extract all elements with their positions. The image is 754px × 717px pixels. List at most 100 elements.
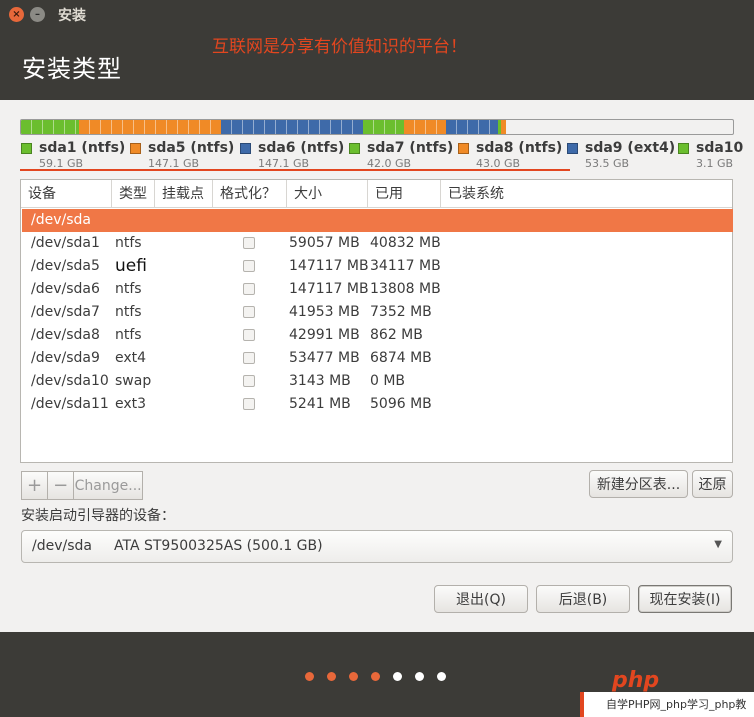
column-header-used[interactable]: 已用 <box>368 180 441 208</box>
cell-size: 147117 MB <box>289 281 369 297</box>
table-row[interactable]: /dev/sda8 ntfs 42991 MB 862 MB <box>21 324 732 347</box>
legend-label: sda9 (ext4) <box>585 140 676 156</box>
remove-partition-button[interactable]: − <box>48 471 75 500</box>
partition-edit-toolbar: + − Change... <box>21 471 143 500</box>
partition-bar-segment-sda8 <box>404 120 447 134</box>
legend-label: sda5 (ntfs) <box>148 140 235 156</box>
format-checkbox[interactable] <box>243 306 255 318</box>
table-row-disk[interactable]: /dev/sda <box>22 209 733 232</box>
watermark-logo: php <box>612 668 660 693</box>
legend-size: 53.5 GB <box>585 157 630 170</box>
cell-device: /dev/sda8 <box>31 327 100 343</box>
cell-type: ntfs <box>115 304 142 320</box>
progress-dot <box>437 672 446 681</box>
format-checkbox[interactable] <box>243 260 255 272</box>
column-header-mount[interactable]: 挂载点 <box>155 180 213 208</box>
annotation-underline <box>20 169 570 171</box>
cell-used: 6874 MB <box>370 350 432 366</box>
cell-device: /dev/sda10 <box>31 373 109 389</box>
format-checkbox[interactable] <box>243 352 255 364</box>
cell-type: ext4 <box>115 350 147 366</box>
legend-size: 3.1 GB <box>696 157 734 170</box>
new-partition-table-button[interactable]: 新建分区表... <box>589 470 688 498</box>
table-row[interactable]: /dev/sda6 ntfs 147117 MB 13808 MB <box>21 278 732 301</box>
cell-type: swap <box>115 373 152 389</box>
column-header-type[interactable]: 类型 <box>112 180 155 208</box>
revert-button[interactable]: 还原 <box>692 470 733 498</box>
progress-dot <box>415 672 424 681</box>
column-header-system[interactable]: 已装系统 <box>441 180 732 208</box>
format-checkbox[interactable] <box>243 237 255 249</box>
partition-bar-segment-sda11 <box>500 120 506 134</box>
cell-used: 7352 MB <box>370 304 432 320</box>
column-header-format[interactable]: 格式化？ <box>213 180 287 208</box>
legend-swatch <box>678 143 689 154</box>
column-header-size[interactable]: 大小 <box>287 180 368 208</box>
add-partition-button[interactable]: + <box>21 471 49 500</box>
legend-swatch <box>240 143 251 154</box>
partition-legend: sda1 (ntfs) 59.1 GB sda5 (ntfs) 147.1 GB sda… <box>21 140 754 172</box>
progress-dot <box>393 672 402 681</box>
window-titlebar <box>0 0 754 28</box>
progress-dot <box>349 672 358 681</box>
table-row[interactable]: /dev/sda11 ext3 5241 MB 5096 MB <box>21 393 732 416</box>
cell-device: /dev/sda5 <box>31 258 100 274</box>
format-checkbox[interactable] <box>243 329 255 341</box>
progress-dot <box>305 672 314 681</box>
table-header: 设备 类型 挂载点 格式化？ 大小 已用 已装系统 <box>21 180 732 208</box>
legend-label: sda10 <box>696 140 744 156</box>
dropdown-arrow-icon: ▼ <box>714 539 722 550</box>
cell-device: /dev/sda1 <box>31 235 100 251</box>
format-checkbox[interactable] <box>243 398 255 410</box>
cell-size: 147117 MB <box>289 258 369 274</box>
cell-type: ntfs <box>115 281 142 297</box>
cell-used: 13808 MB <box>370 281 441 297</box>
progress-dot <box>371 672 380 681</box>
cell-type: ntfs <box>115 327 142 343</box>
cell-type: uefi <box>115 256 147 276</box>
cell-size: 3143 MB <box>289 373 351 389</box>
partition-bar-segment-sda9 <box>446 120 498 134</box>
table-row[interactable]: /dev/sda1 ntfs 59057 MB 40832 MB <box>21 232 732 255</box>
table-row[interactable]: /dev/sda10 swap 3143 MB 0 MB <box>21 370 732 393</box>
back-button[interactable]: 后退(B) <box>536 585 630 613</box>
column-header-device[interactable]: 设备 <box>21 180 112 208</box>
legend-swatch <box>130 143 141 154</box>
close-window-button[interactable]: × <box>9 7 24 22</box>
legend-swatch <box>458 143 469 154</box>
bootloader-device-select[interactable]: /dev/sda ATA ST9500325AS (500.1 GB) ▼ <box>21 530 733 563</box>
bootloader-device-model: ATA ST9500325AS (500.1 GB) <box>114 538 323 554</box>
cell-size: 5241 MB <box>289 396 351 412</box>
legend-label: sda8 (ntfs) <box>476 140 563 156</box>
legend-label: sda1 (ntfs) <box>39 140 126 156</box>
table-row[interactable]: /dev/sda7 ntfs 41953 MB 7352 MB <box>21 301 732 324</box>
format-checkbox[interactable] <box>243 283 255 295</box>
cell-device: /dev/sda9 <box>31 350 100 366</box>
cell-size: 53477 MB <box>289 350 360 366</box>
format-checkbox[interactable] <box>243 375 255 387</box>
install-now-button[interactable]: 现在安装(I) <box>638 585 732 613</box>
cell-used: 40832 MB <box>370 235 441 251</box>
change-partition-button[interactable]: Change... <box>74 471 143 500</box>
window-title: 安装 <box>58 8 86 24</box>
partition-bar-segment-sda1 <box>21 120 79 134</box>
cell-type: ext3 <box>115 396 147 412</box>
minimize-window-button[interactable]: – <box>30 7 45 22</box>
watermark-bottom: 自学PHP网_php学习_php教 <box>580 692 754 717</box>
table-row[interactable]: /dev/sda9 ext4 53477 MB 6874 MB <box>21 347 732 370</box>
page-title: 安装类型 <box>22 55 122 83</box>
cell-device: /dev/sda11 <box>31 396 109 412</box>
legend-swatch <box>21 143 32 154</box>
bootloader-device-label: 安装启动引导器的设备： <box>21 508 175 524</box>
legend-label: sda7 (ntfs) <box>367 140 454 156</box>
cell-size: 59057 MB <box>289 235 360 251</box>
quit-button[interactable]: 退出(Q) <box>434 585 528 613</box>
cell-size: 41953 MB <box>289 304 360 320</box>
cell-device: /dev/sda7 <box>31 304 100 320</box>
cell-used: 0 MB <box>370 373 406 389</box>
cell-used: 862 MB <box>370 327 423 343</box>
legend-swatch <box>567 143 578 154</box>
progress-dot <box>327 672 336 681</box>
partition-table[interactable]: 设备 类型 挂载点 格式化？ 大小 已用 已装系统 /dev/sda /dev/… <box>20 179 733 463</box>
table-row[interactable]: /dev/sda5 uefi 147117 MB 34117 MB <box>21 255 732 278</box>
